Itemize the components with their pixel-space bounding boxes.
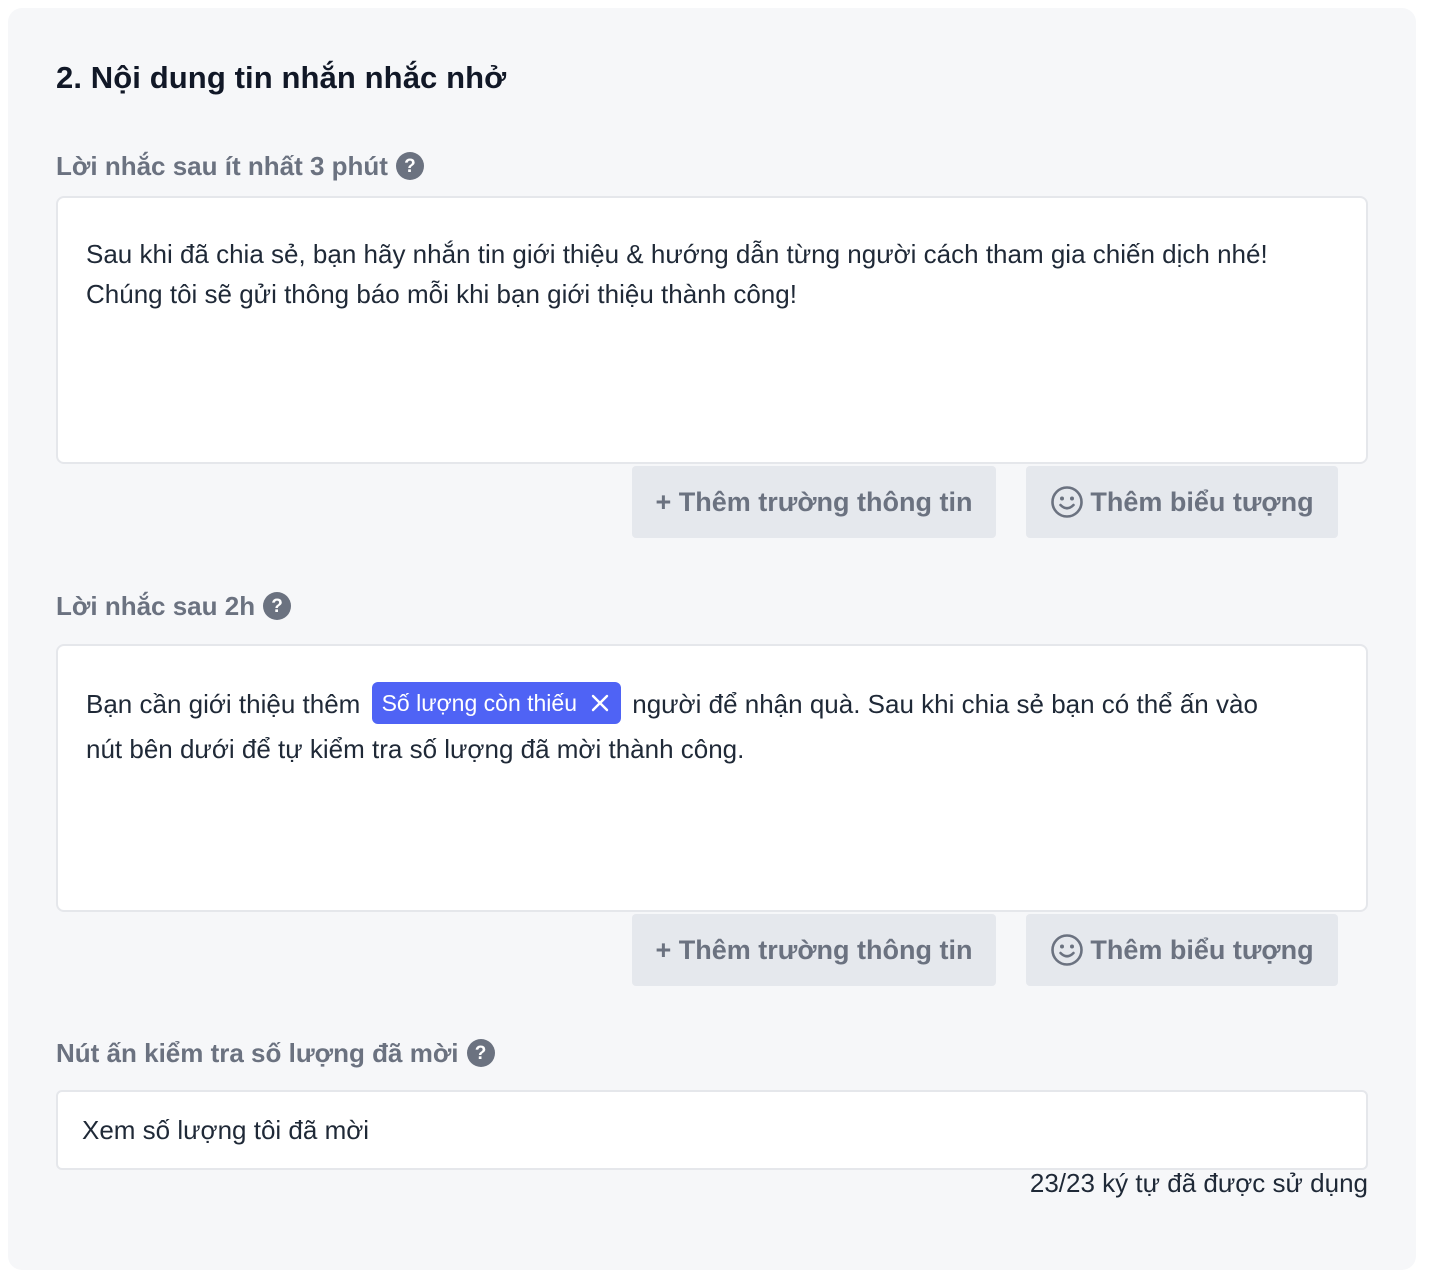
reminder-1-text-line: Chúng tôi sẽ gửi thông báo mỗi khi bạn g… xyxy=(86,279,797,309)
reminder-1-label: Lời nhắc sau ít nhất 3 phút ? xyxy=(56,149,424,183)
add-field-button[interactable]: + Thêm trường thông tin xyxy=(632,466,996,538)
smiley-icon xyxy=(1050,933,1084,967)
reminder-settings-card: 2. Nội dung tin nhắn nhắc nhở Lời nhắc s… xyxy=(8,8,1416,1270)
reminder-2-text-before-chip: Bạn cần giới thiệu thêm xyxy=(86,689,361,719)
reminder-1-text-line: Sau khi đã chia sẻ, bạn hãy nhắn tin giớ… xyxy=(86,239,1268,269)
reminder-2-label-text: Lời nhắc sau 2h xyxy=(56,590,256,621)
reminder-1-label-text: Lời nhắc sau ít nhất 3 phút xyxy=(56,150,388,181)
close-icon[interactable] xyxy=(589,692,611,714)
section-title: 2. Nội dung tin nhắn nhắc nhở xyxy=(56,60,507,95)
add-emoji-label: Thêm biểu tượng xyxy=(1090,934,1314,965)
add-emoji-button[interactable]: Thêm biểu tượng xyxy=(1026,914,1338,986)
reminder-2-label: Lời nhắc sau 2h ? xyxy=(56,589,292,623)
check-button-text-input[interactable] xyxy=(56,1090,1368,1170)
reminder-2-message-editor[interactable]: Bạn cần giới thiệu thêm Số lượng còn thi… xyxy=(56,644,1368,912)
reminder-2-text-line: Bạn cần giới thiệu thêm Số lượng còn thi… xyxy=(86,682,1338,727)
reminder-1-message-editor[interactable]: Sau khi đã chia sẻ, bạn hãy nhắn tin giớ… xyxy=(56,196,1368,464)
check-button-label-text: Nút ấn kiểm tra số lượng đã mời xyxy=(56,1037,459,1068)
smiley-icon xyxy=(1050,485,1084,519)
reminder-2-text-line: nút bên dưới để tự kiểm tra số lượng đã … xyxy=(86,734,745,765)
character-counter: 23/23 ký tự đã được sử dụng xyxy=(1029,1168,1368,1198)
chip-label: Số lượng còn thiếu xyxy=(381,690,577,717)
add-emoji-label: Thêm biểu tượng xyxy=(1090,486,1314,517)
missing-count-token-chip[interactable]: Số lượng còn thiếu xyxy=(371,682,621,725)
add-emoji-button[interactable]: Thêm biểu tượng xyxy=(1026,466,1338,538)
help-icon[interactable]: ? xyxy=(263,592,292,620)
help-icon[interactable]: ? xyxy=(395,152,424,180)
add-field-button[interactable]: + Thêm trường thông tin xyxy=(632,914,996,986)
reminder-2-text-after-chip: người để nhận quà. Sau khi chia sẻ bạn c… xyxy=(632,689,1258,719)
help-icon[interactable]: ? xyxy=(466,1039,495,1067)
check-button-label: Nút ấn kiểm tra số lượng đã mời ? xyxy=(56,1036,495,1070)
